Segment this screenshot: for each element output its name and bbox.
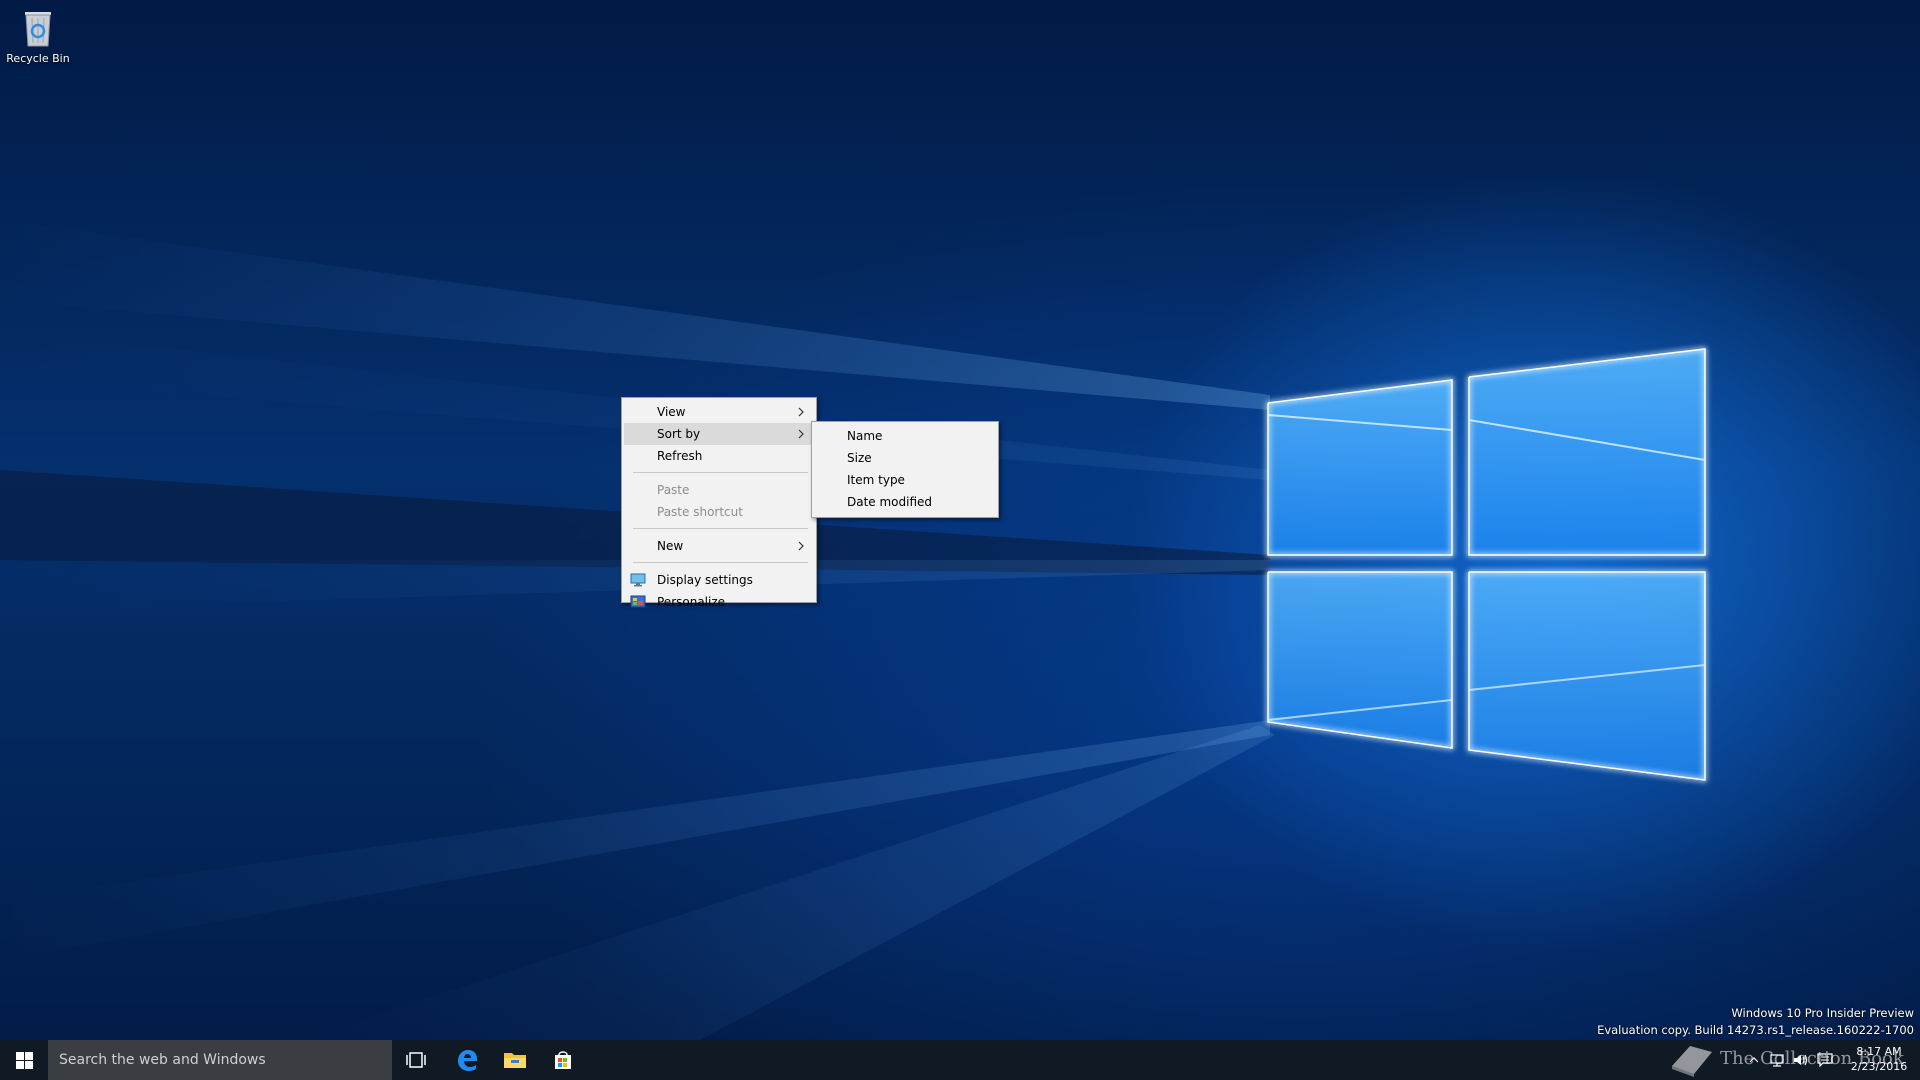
- edge-icon: [458, 1050, 477, 1071]
- menu-item-refresh[interactable]: Refresh: [624, 445, 814, 467]
- wallpaper-light-beams: [0, 220, 1707, 1040]
- menu-item-label: Refresh: [657, 449, 703, 463]
- volume-tray-button[interactable]: [1790, 1040, 1812, 1080]
- menu-separator: [633, 528, 808, 529]
- menu-item-new[interactable]: New: [624, 535, 814, 557]
- taskbar: 8:17 AM 2/23/2016: [0, 1040, 1920, 1080]
- menu-item-label: Display settings: [657, 573, 753, 587]
- recycle-bin-desktop-icon[interactable]: Recycle Bin: [4, 6, 72, 76]
- submenu-item-date-modified[interactable]: Date modified: [814, 491, 996, 513]
- menu-item-label: Paste shortcut: [657, 505, 743, 519]
- menu-item-personalize[interactable]: Personalize: [624, 591, 814, 613]
- store-button[interactable]: [539, 1040, 587, 1080]
- menu-item-label: Paste: [657, 483, 690, 497]
- menu-item-label: New: [657, 539, 684, 553]
- sort-by-submenu: Name Size Item type Date modified: [811, 421, 999, 518]
- search-input[interactable]: [48, 1040, 392, 1080]
- display-settings-icon: [630, 573, 646, 587]
- desktop-background[interactable]: Recycle Bin View Sort by Refresh Paste P…: [0, 0, 1920, 1040]
- show-hidden-icons-button[interactable]: [1744, 1040, 1764, 1080]
- watermark-line2: Evaluation copy. Build 14273.rs1_release…: [1597, 1023, 1914, 1037]
- chevron-up-icon: [1749, 1057, 1759, 1063]
- submenu-item-name[interactable]: Name: [814, 425, 996, 447]
- network-tray-button[interactable]: [1766, 1040, 1788, 1080]
- submenu-item-item-type[interactable]: Item type: [814, 469, 996, 491]
- menu-item-view[interactable]: View: [624, 401, 814, 423]
- edge-button[interactable]: [443, 1040, 491, 1080]
- clock-date: 2/23/2016: [1850, 1060, 1908, 1073]
- menu-item-label: Date modified: [847, 495, 933, 509]
- chevron-right-icon: [798, 429, 804, 439]
- notification-icon: [1817, 1053, 1833, 1067]
- menu-item-label: Name: [847, 429, 883, 443]
- menu-item-label: Sort by: [657, 427, 701, 441]
- taskbar-clock[interactable]: 8:17 AM 2/23/2016: [1848, 1044, 1910, 1074]
- task-view-icon: [406, 1052, 426, 1068]
- recycle-bin-label: Recycle Bin: [6, 52, 70, 65]
- chevron-right-icon: [798, 407, 804, 417]
- menu-item-label: View: [657, 405, 686, 419]
- action-center-button[interactable]: [1814, 1040, 1836, 1080]
- menu-separator: [633, 472, 808, 473]
- task-view-button[interactable]: [392, 1040, 440, 1080]
- windows-start-icon: [15, 1051, 33, 1069]
- menu-separator: [633, 562, 808, 563]
- file-explorer-button[interactable]: [491, 1040, 539, 1080]
- submenu-item-size[interactable]: Size: [814, 447, 996, 469]
- taskbar-search-box[interactable]: [48, 1040, 392, 1080]
- desktop-context-menu: View Sort by Refresh Paste Paste shortcu…: [621, 397, 817, 609]
- menu-item-label: Item type: [847, 473, 905, 487]
- store-icon: [555, 1051, 571, 1069]
- chevron-right-icon: [798, 541, 804, 551]
- menu-item-paste[interactable]: Paste: [624, 479, 814, 501]
- start-button[interactable]: [0, 1040, 48, 1080]
- watermark-line1: Windows 10 Pro Insider Preview: [1731, 1006, 1914, 1020]
- windows-logo-graphic: [1266, 347, 1707, 782]
- menu-item-sort-by[interactable]: Sort by: [624, 423, 814, 445]
- menu-item-display-settings[interactable]: Display settings: [624, 569, 814, 591]
- clock-time: 8:17 AM: [1856, 1045, 1902, 1058]
- personalize-icon: [630, 595, 646, 608]
- recycle-bin-icon: [25, 12, 51, 47]
- network-icon: [1770, 1054, 1784, 1067]
- file-explorer-icon: [504, 1053, 526, 1068]
- evaluation-watermark: Windows 10 Pro Insider Preview Evaluatio…: [1597, 1005, 1914, 1039]
- menu-item-paste-shortcut[interactable]: Paste shortcut: [624, 501, 814, 523]
- menu-item-label: Personalize: [657, 595, 726, 609]
- volume-icon: [1794, 1054, 1808, 1066]
- menu-item-label: Size: [847, 451, 872, 465]
